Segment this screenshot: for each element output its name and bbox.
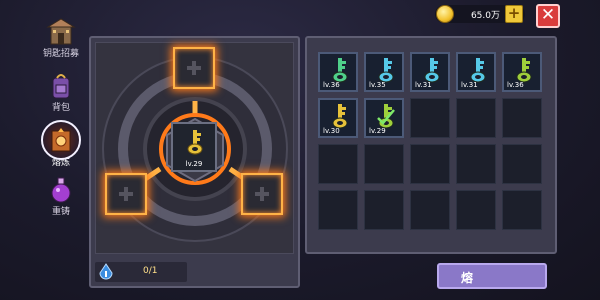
furnace-icon xyxy=(51,128,71,152)
nav-label-backpack: 背包 xyxy=(51,103,70,113)
empty-inventory-slot[interactable] xyxy=(456,98,496,138)
inventory-slot[interactable]: lv.29 xyxy=(364,98,404,138)
forge-center-slot[interactable]: lv.29 xyxy=(171,122,217,172)
close-button[interactable]: ✕ xyxy=(536,4,560,28)
fuse-button[interactable]: 熔 xyxy=(437,263,547,289)
plus-icon xyxy=(119,187,133,201)
nav-label-recast: 重铸 xyxy=(51,207,70,217)
currency-amount: 65.0万 xyxy=(470,11,500,21)
inventory-slot[interactable]: lv.36 xyxy=(318,52,358,92)
nav-label-key-recruit: 钥匙招募 xyxy=(42,49,79,59)
center-item-level: lv.29 xyxy=(185,160,203,168)
inventory-slot[interactable]: lv.36 xyxy=(502,52,542,92)
forge-progress-text: 0/1 xyxy=(143,266,158,276)
item-level: lv.36 xyxy=(323,81,340,89)
inventory-slot[interactable]: lv.30 xyxy=(318,98,358,138)
water-drop-icon xyxy=(99,263,113,280)
nav-item-backpack[interactable]: 背包 xyxy=(30,70,92,120)
coin-icon xyxy=(436,5,454,23)
item-level: lv.31 xyxy=(415,81,432,89)
potion-icon xyxy=(51,177,71,203)
empty-inventory-slot[interactable] xyxy=(318,144,358,184)
inventory-slot[interactable]: lv.31 xyxy=(410,52,450,92)
empty-inventory-slot[interactable] xyxy=(410,98,450,138)
item-level: lv.35 xyxy=(369,81,386,89)
empty-inventory-slot[interactable] xyxy=(364,190,404,230)
item-level: lv.29 xyxy=(369,127,386,135)
material-slot-top[interactable] xyxy=(173,47,215,89)
material-slot-right[interactable] xyxy=(241,173,283,215)
add-currency-button[interactable]: + xyxy=(505,5,523,23)
inventory-slot[interactable]: lv.31 xyxy=(456,52,496,92)
shrine-icon xyxy=(46,18,76,45)
nav-item-smelt[interactable]: 熔炼 xyxy=(30,120,92,170)
item-level: lv.36 xyxy=(507,81,524,89)
inventory-slot[interactable]: lv.35 xyxy=(364,52,404,92)
nav-item-recast[interactable]: 重铸 xyxy=(30,174,92,224)
empty-inventory-slot[interactable] xyxy=(502,190,542,230)
key-icon xyxy=(187,130,203,155)
empty-inventory-slot[interactable] xyxy=(502,144,542,184)
item-level: lv.31 xyxy=(461,81,478,89)
empty-inventory-slot[interactable] xyxy=(364,144,404,184)
nav-item-key-recruit[interactable]: 钥匙招募 xyxy=(30,16,92,66)
empty-inventory-slot[interactable] xyxy=(502,98,542,138)
material-slot-left[interactable] xyxy=(105,173,147,215)
empty-inventory-slot[interactable] xyxy=(456,190,496,230)
plus-icon xyxy=(255,187,269,201)
empty-inventory-slot[interactable] xyxy=(318,190,358,230)
empty-inventory-slot[interactable] xyxy=(456,144,496,184)
empty-inventory-slot[interactable] xyxy=(410,144,450,184)
backpack-icon xyxy=(52,74,70,99)
fuse-button-label: 熔 xyxy=(461,271,474,285)
empty-inventory-slot[interactable] xyxy=(410,190,450,230)
item-level: lv.30 xyxy=(323,127,340,135)
plus-icon xyxy=(187,61,201,75)
